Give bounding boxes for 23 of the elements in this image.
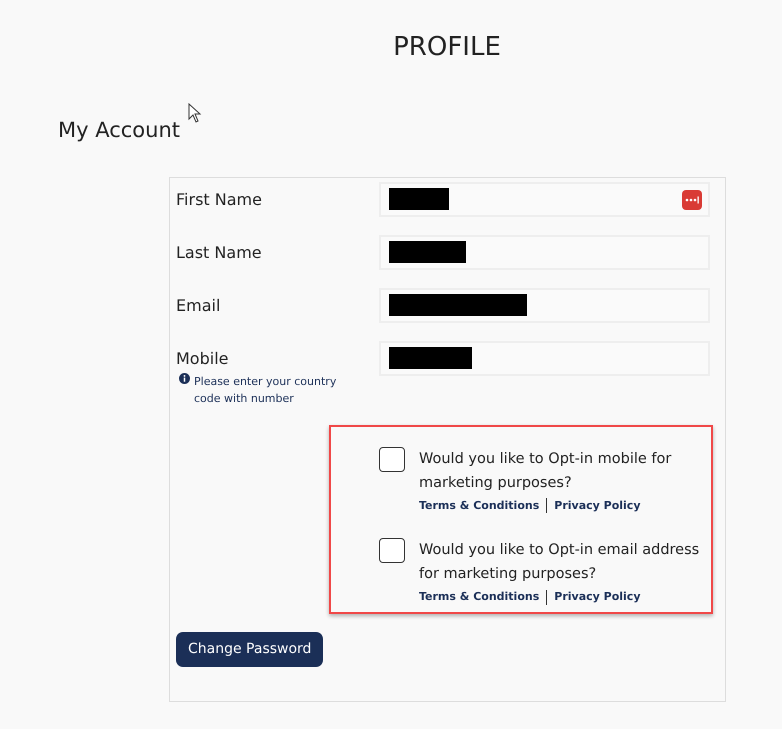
input-field[interactable] [379,234,710,270]
input-field[interactable] [379,340,710,376]
page-title: PROFILE [392,31,502,64]
input-field[interactable] [379,288,710,322]
link[interactable]: Terms & Conditions [419,498,540,514]
field-label: Mobile [176,348,230,370]
field-label: Email [176,294,222,316]
hint-text: Please enter your country code with number [194,374,338,406]
link[interactable]: Privacy Policy [554,589,640,606]
checkbox[interactable] [379,538,405,563]
link[interactable]: Privacy Policy [554,498,640,514]
opt-in-text: Would you like to Opt-in mobile for marketing purposes? [419,450,672,492]
change-password-button[interactable]: Change Password [176,632,324,666]
link[interactable]: Terms & Conditions [419,589,540,606]
input-field[interactable] [379,182,710,216]
section-title: My Account [58,117,182,144]
opt-in-text: Would you like to Opt-in email address for marketing purposes? [419,541,700,584]
checkbox[interactable] [379,446,405,472]
field-label: First Name [176,188,263,210]
field-label: Last Name [176,242,263,264]
password-manager-icon[interactable] [682,190,702,210]
info-icon [179,372,190,384]
cursor-icon [188,103,202,123]
